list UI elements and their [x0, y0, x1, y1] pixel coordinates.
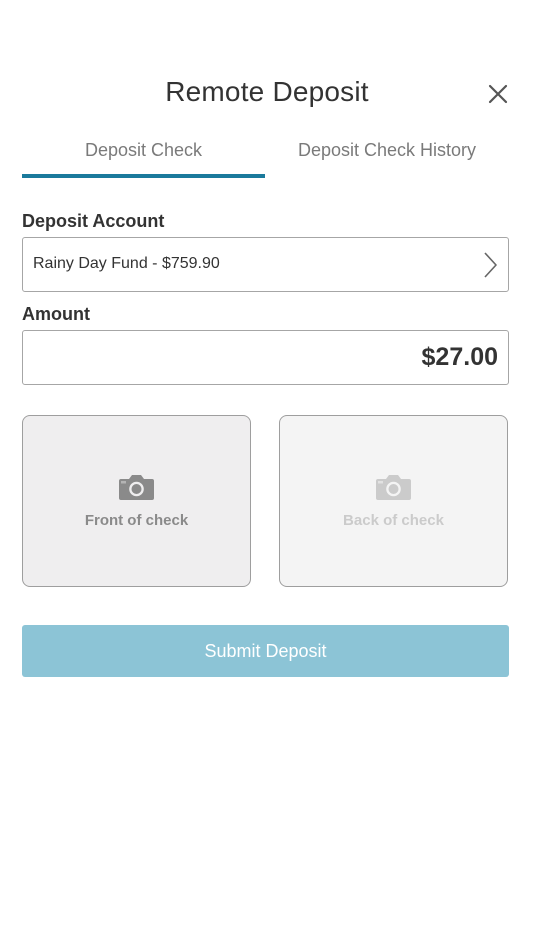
camera-icon: [376, 475, 411, 500]
close-button[interactable]: [486, 82, 510, 106]
tab-bar: Deposit Check Deposit Check History: [22, 130, 509, 178]
camera-icon: [119, 475, 154, 500]
amount-value: $27.00: [421, 343, 498, 371]
back-of-check-capture[interactable]: Back of check: [279, 415, 508, 587]
deposit-account-label: Deposit Account: [22, 211, 165, 231]
tab-deposit-check[interactable]: Deposit Check: [22, 130, 265, 178]
tab-deposit-check-history[interactable]: Deposit Check History: [265, 130, 509, 178]
close-icon[interactable]: [486, 82, 510, 106]
amount-field[interactable]: $27.00: [22, 330, 509, 385]
chevron-right-icon: [484, 252, 497, 278]
submit-deposit-button[interactable]: Submit Deposit: [22, 625, 509, 677]
front-of-check-capture[interactable]: Front of check: [22, 415, 251, 587]
deposit-account-select[interactable]: Rainy Day Fund - $759.90: [22, 237, 509, 292]
front-of-check-label: Front of check: [84, 512, 189, 529]
active-tab-indicator: [22, 174, 265, 178]
back-of-check-label: Back of check: [343, 512, 444, 529]
page-title: Remote Deposit: [165, 76, 369, 107]
modal-header: Remote Deposit: [0, 70, 534, 116]
deposit-account-value: Rainy Day Fund - $759.90: [33, 255, 220, 272]
amount-label: Amount: [22, 304, 90, 324]
